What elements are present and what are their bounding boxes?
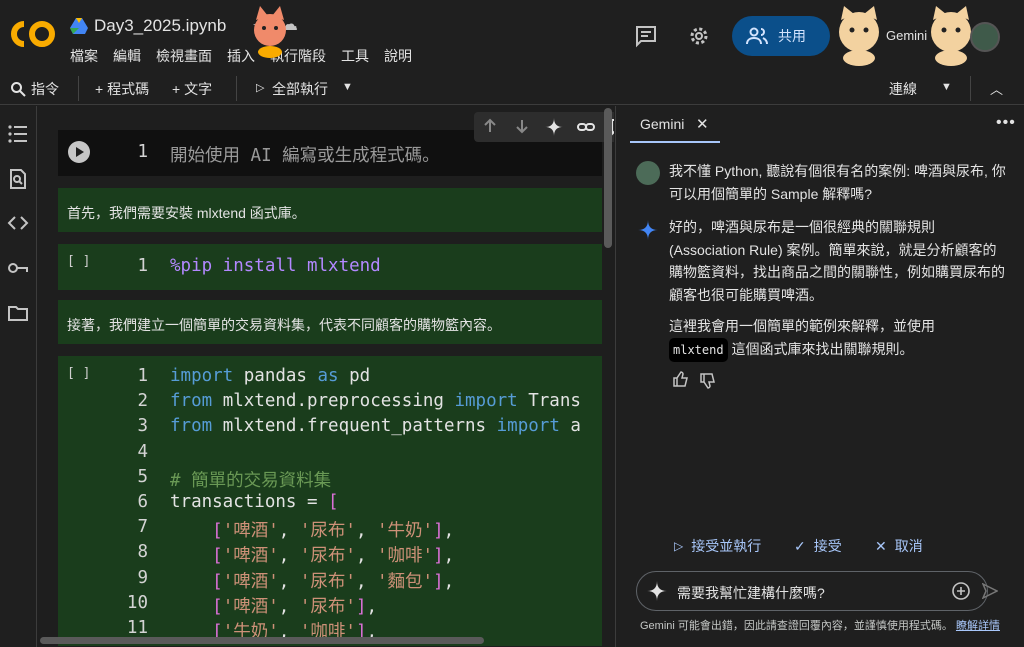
- menu-file[interactable]: 檔案: [70, 46, 98, 66]
- vertical-scrollbar[interactable]: [604, 108, 612, 248]
- accept-run-button[interactable]: ▷ 接受並執行: [674, 536, 761, 556]
- line-number: 2: [137, 391, 148, 412]
- add-code-button[interactable]: + 程式碼: [95, 79, 149, 99]
- menu-view[interactable]: 檢視畫面: [156, 46, 212, 66]
- thumbs-down-icon[interactable]: [700, 373, 716, 389]
- gear-icon[interactable]: [687, 24, 711, 48]
- send-icon[interactable]: [982, 583, 998, 599]
- key-icon[interactable]: [7, 257, 29, 279]
- line-number: 9: [137, 567, 148, 588]
- drive-icon[interactable]: [70, 18, 88, 34]
- code-placeholder: 開始使用 AI 編寫或生成程式碼。: [170, 146, 440, 166]
- find-icon[interactable]: [7, 168, 29, 190]
- prompt-placeholder: 需要我幫忙建構什麼嗎?: [677, 585, 825, 601]
- line-number: 11: [126, 618, 148, 638]
- gemini-panel: Gemini ✕ ••• 我不懂 Python, 聽說有個很有名的案例: 啤酒與…: [615, 106, 1024, 647]
- close-icon[interactable]: ✕: [696, 115, 709, 133]
- gemini-button[interactable]: Gemini: [886, 28, 927, 43]
- learn-more-link[interactable]: 瞭解詳情: [956, 620, 1000, 632]
- line-number: 8: [137, 542, 148, 563]
- play-icon: ▷: [674, 539, 684, 553]
- gemini-reply-2: 這裡我會用一個簡單的範例來解釋，並使用 mlxtend 這個函式庫來找出關聯規則…: [669, 315, 1009, 362]
- cell-toolbar: [474, 112, 614, 142]
- close-icon: ✕: [875, 537, 887, 554]
- text-cell[interactable]: 首先，我們需要安裝 mlxtend 函式庫。: [58, 188, 602, 232]
- play-icon: ▷: [256, 82, 265, 94]
- code-line: %pip install mlxtend: [170, 256, 381, 276]
- code-icon[interactable]: [7, 212, 29, 234]
- code-line: from mlxtend.preprocessing import Trans: [170, 391, 581, 412]
- code-line: # 簡單的交易資料集: [170, 470, 332, 491]
- add-icon[interactable]: [952, 582, 970, 600]
- code-line: ['啤酒', '尿布', '麵包'],: [212, 571, 455, 592]
- tab-gemini[interactable]: Gemini: [640, 116, 684, 132]
- code-line: transactions = [: [170, 492, 339, 512]
- code-line: import pandas as pd: [170, 366, 371, 386]
- code-cell[interactable]: [ ] 1 %pip install mlxtend: [58, 244, 602, 290]
- text-cell[interactable]: 接著，我們建立一個簡單的交易資料集，代表不同顧客的購物籃內容。: [58, 300, 602, 344]
- notebook-area: 1 開始使用 AI 編寫或生成程式碼。 首先，我們需要安裝 mlxtend 函式…: [38, 106, 614, 647]
- line-number: 1: [137, 256, 148, 276]
- check-icon: ✓: [794, 537, 806, 554]
- sparkle-icon[interactable]: [545, 118, 563, 136]
- code-line: ['啤酒', '尿布', '牛奶'],: [212, 521, 455, 542]
- disclaimer: Gemini 可能會出錯，因此請查證回覆內容，並謹慎使用程式碼。 瞭解詳情: [640, 620, 1000, 632]
- share-button[interactable]: 共用: [732, 16, 830, 56]
- code-line: ['啤酒', '尿布', '咖啡'],: [212, 546, 455, 567]
- avatar: [636, 161, 660, 185]
- collapse-icon[interactable]: ︿: [990, 79, 1003, 98]
- people-icon: [746, 27, 768, 45]
- cell-bracket: [ ]: [67, 366, 91, 381]
- user-message: 我不懂 Python, 聽說有個很有名的案例: 啤酒與尿布, 你可以用個簡單的 …: [669, 163, 1006, 202]
- thumbs-up-icon[interactable]: [673, 371, 689, 387]
- add-text-button[interactable]: + 文字: [172, 79, 212, 99]
- cat-sticker-icon: [839, 6, 879, 66]
- colab-logo[interactable]: [11, 19, 55, 49]
- folder-icon[interactable]: [7, 302, 29, 324]
- line-number: 4: [137, 441, 148, 462]
- line-number: 1: [137, 142, 148, 162]
- line-number: 1: [137, 366, 148, 386]
- line-number: 5: [137, 466, 148, 487]
- inline-code: mlxtend: [669, 337, 728, 362]
- notebook-title[interactable]: Day3_2025.ipynb: [94, 16, 226, 36]
- chevron-down-icon[interactable]: ▼: [941, 81, 952, 93]
- code-cell[interactable]: [ ] 1 import pandas as pd 2 from mlxtend.pr…: [58, 356, 602, 646]
- notebook-toolbar: 指令 + 程式碼 + 文字 ▷ 全部執行 ▼ 連線 ▼ ︿: [0, 72, 1024, 105]
- gemini-sparkle-icon: [638, 220, 658, 240]
- comment-icon[interactable]: [634, 24, 658, 48]
- sparkle-icon: [647, 581, 667, 601]
- share-label: 共用: [778, 28, 806, 44]
- cat-sticker-icon: [254, 6, 286, 58]
- code-line: from mlxtend.frequent_patterns import a: [170, 416, 581, 437]
- chevron-down-icon[interactable]: ▼: [342, 81, 353, 93]
- gemini-reply: 好的，啤酒與尿布是一個很經典的關聯規則 (Association Rule) 案…: [669, 219, 1005, 303]
- connect-button[interactable]: 連線: [889, 79, 917, 99]
- search-icon: [11, 82, 26, 97]
- line-number: 3: [137, 416, 148, 437]
- commands-button[interactable]: 指令: [31, 79, 59, 99]
- horizontal-scrollbar[interactable]: [40, 637, 484, 644]
- menu-help[interactable]: 說明: [384, 46, 412, 66]
- avatar[interactable]: [970, 22, 1000, 52]
- line-number: 10: [126, 592, 148, 613]
- arrow-up-icon[interactable]: [482, 118, 498, 134]
- cancel-button[interactable]: ✕ 取消: [875, 536, 923, 556]
- line-number: 6: [137, 492, 148, 512]
- arrow-down-icon[interactable]: [514, 118, 530, 134]
- more-icon[interactable]: •••: [996, 114, 1016, 132]
- menu-edit[interactable]: 編輯: [113, 46, 141, 66]
- cell-bracket: [ ]: [67, 254, 91, 269]
- prompt-input[interactable]: 需要我幫忙建構什麼嗎?: [636, 571, 988, 611]
- accept-button[interactable]: ✓ 接受: [794, 536, 842, 556]
- menu-tools[interactable]: 工具: [341, 46, 369, 66]
- top-bar: Day3_2025.ipynb ☆ ☁ 檔案 編輯 檢視畫面 插入 執行階段 工…: [0, 0, 1024, 72]
- code-line: ['啤酒', '尿布'],: [212, 596, 378, 617]
- line-number: 7: [137, 517, 148, 538]
- link-icon[interactable]: [577, 118, 595, 136]
- toc-icon[interactable]: [7, 123, 29, 145]
- run-cell-button[interactable]: [68, 141, 90, 163]
- left-rail: [0, 106, 37, 647]
- run-all-button[interactable]: 全部執行: [272, 79, 328, 99]
